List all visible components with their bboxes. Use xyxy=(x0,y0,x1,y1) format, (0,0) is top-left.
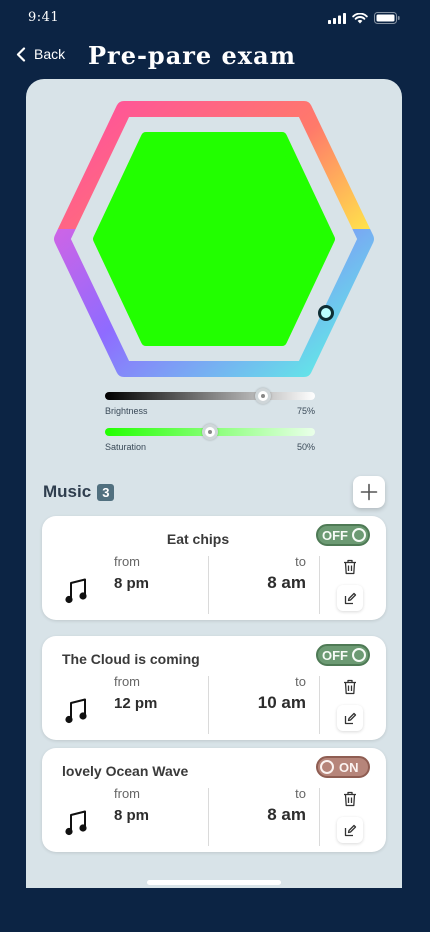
music-count-badge: 3 xyxy=(97,483,115,501)
to-time: 8 am xyxy=(267,805,306,824)
to-time: 8 am xyxy=(267,573,306,592)
brightness-thumb[interactable] xyxy=(254,388,271,404)
battery-icon xyxy=(374,12,400,24)
color-picker[interactable] xyxy=(26,79,402,379)
saturation-value: 50% xyxy=(296,442,315,452)
from-time: 8 pm xyxy=(114,575,150,592)
brightness-slider[interactable]: Brightness 75% xyxy=(105,388,315,416)
plus-icon xyxy=(360,483,378,501)
to-time: 10 am xyxy=(257,693,306,712)
trash-icon xyxy=(344,679,356,695)
saturation-slider[interactable]: Saturation 50% xyxy=(105,424,315,452)
signal-icon xyxy=(328,12,346,24)
to-label: to xyxy=(295,554,306,569)
home-indicator xyxy=(147,880,281,885)
edit-button[interactable] xyxy=(337,817,363,843)
trash-icon xyxy=(344,791,356,807)
edit-icon xyxy=(344,712,356,724)
music-note-icon xyxy=(65,698,87,724)
toggle-switch[interactable]: OFF xyxy=(316,644,370,666)
from-label: from xyxy=(114,554,140,569)
music-header: Music 3 xyxy=(43,482,115,502)
to-label: to xyxy=(295,674,306,689)
wifi-icon xyxy=(352,12,368,23)
selected-color-swatch xyxy=(93,132,335,346)
saturation-label: Saturation xyxy=(105,442,147,452)
status-time: 9:41 xyxy=(28,10,60,25)
from-time: 8 pm xyxy=(114,807,150,824)
toggle-switch[interactable]: OFF xyxy=(316,524,370,546)
list-item[interactable]: The Cloud is coming OFF from 12 pm to 10… xyxy=(42,636,386,740)
delete-button[interactable] xyxy=(337,554,363,580)
from-label: from xyxy=(114,786,140,801)
brightness-value: 75% xyxy=(296,406,315,416)
item-title: The Cloud is coming xyxy=(62,651,200,667)
color-picker-handle[interactable] xyxy=(318,305,334,321)
status-bar: 9:41 xyxy=(0,0,430,40)
from-time: 12 pm xyxy=(114,695,158,712)
music-note-icon xyxy=(65,810,87,836)
brightness-label: Brightness xyxy=(105,406,148,416)
back-label: Back xyxy=(34,46,66,62)
back-button[interactable]: Back xyxy=(16,46,65,62)
edit-icon xyxy=(344,824,356,836)
toggle-label: ON xyxy=(339,759,359,775)
back-chevron-icon xyxy=(16,46,26,62)
edit-button[interactable] xyxy=(337,705,363,731)
edit-button[interactable] xyxy=(337,585,363,611)
toggle-label: OFF xyxy=(322,527,348,543)
list-item[interactable]: lovely Ocean Wave ON from 8 pm to 8 am xyxy=(42,748,386,852)
main-panel: Brightness 75% Saturation 50% Music 3 Ea… xyxy=(26,79,402,888)
edit-icon xyxy=(344,592,356,604)
delete-button[interactable] xyxy=(337,786,363,812)
nav-bar: Back Pre-pare exam xyxy=(0,40,430,74)
saturation-thumb[interactable] xyxy=(202,424,218,440)
delete-button[interactable] xyxy=(337,674,363,700)
music-note-icon xyxy=(65,578,87,604)
from-label: from xyxy=(114,674,140,689)
item-title: lovely Ocean Wave xyxy=(62,763,189,779)
add-music-button[interactable] xyxy=(353,476,385,508)
list-item[interactable]: Eat chips OFF from 8 pm to 8 am xyxy=(42,516,386,620)
page-title: Pre-pare exam xyxy=(88,41,297,70)
toggle-label: OFF xyxy=(322,647,348,663)
toggle-switch[interactable]: ON xyxy=(316,756,370,778)
to-label: to xyxy=(295,786,306,801)
music-title: Music xyxy=(43,482,92,501)
trash-icon xyxy=(344,559,356,575)
